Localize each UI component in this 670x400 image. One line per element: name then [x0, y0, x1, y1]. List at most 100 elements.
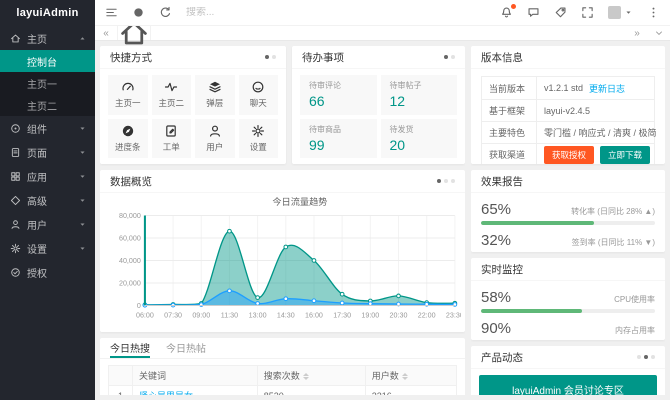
- todo-count: 99: [309, 137, 368, 153]
- carousel-dot[interactable]: [451, 55, 455, 59]
- tab-home[interactable]: [117, 26, 151, 40]
- carousel-dots[interactable]: [444, 55, 455, 59]
- sidebar-subitem-控制台[interactable]: 控制台: [0, 50, 95, 72]
- settings-icon: [251, 124, 265, 138]
- sidebar-subitem-主页二[interactable]: 主页二: [0, 94, 95, 116]
- shortcut-设置[interactable]: 设置: [239, 119, 279, 159]
- fullscreen-icon[interactable]: [581, 6, 594, 19]
- svg-text:60,000: 60,000: [119, 235, 141, 243]
- carousel-dot[interactable]: [437, 179, 441, 183]
- todo-待审帖子[interactable]: 待审帖子12: [381, 75, 458, 115]
- sidebar-item-应用[interactable]: 应用: [0, 164, 95, 188]
- smiley-icon: [251, 80, 265, 94]
- notification-badge: [511, 4, 516, 9]
- todo-待审商品[interactable]: 待审商品99: [300, 119, 377, 159]
- carousel-dot[interactable]: [444, 179, 448, 183]
- sidebar-item-高级[interactable]: 高级: [0, 188, 95, 212]
- shortcut-弹层[interactable]: 弹层: [195, 75, 235, 115]
- search-input[interactable]: [186, 7, 316, 18]
- keyword-link[interactable]: 贤心是男是女: [139, 391, 193, 395]
- sidebar-item-label: 应用: [27, 169, 72, 184]
- menu-collapse-icon[interactable]: [105, 6, 118, 19]
- caret-down-icon: [78, 148, 87, 157]
- component-icon: [10, 123, 21, 134]
- shortcut-label: 设置: [250, 141, 267, 153]
- tabs-next-button[interactable]: »: [626, 26, 648, 40]
- tag-icon[interactable]: [554, 6, 567, 19]
- shortcut-聊天[interactable]: 聊天: [239, 75, 279, 115]
- shortcut-主页一[interactable]: 主页一: [108, 75, 148, 115]
- tab-今日热搜[interactable]: 今日热搜: [110, 338, 150, 358]
- bell-icon[interactable]: [500, 6, 513, 19]
- stat-label: 签到率 (日同比 11% ▼): [572, 237, 655, 248]
- stat-label: 转化率 (日同比 28% ▲): [571, 206, 655, 217]
- todo-panel: 待办事项 待审评论66待审帖子12待审商品99待发货20: [292, 46, 465, 164]
- shortcut-用户[interactable]: 用户: [195, 119, 235, 159]
- 获取授权-button[interactable]: 获取授权: [544, 146, 594, 164]
- svg-text:13:00: 13:00: [249, 312, 267, 320]
- svg-text:07:30: 07:30: [164, 312, 182, 320]
- sidebar-item-label: 主页: [27, 31, 72, 46]
- sort-icon[interactable]: [303, 373, 309, 380]
- svg-text:14:30: 14:30: [277, 312, 295, 320]
- carousel-dot[interactable]: [444, 55, 448, 59]
- refresh-icon[interactable]: [159, 6, 172, 19]
- shortcut-工单[interactable]: 工单: [152, 119, 192, 159]
- users-cell: 2216: [365, 386, 456, 396]
- chat-icon[interactable]: [527, 6, 540, 19]
- carousel-dots[interactable]: [265, 55, 276, 59]
- site-icon[interactable]: [132, 6, 145, 19]
- carousel-dots[interactable]: [437, 179, 455, 183]
- stat-value: 90%: [481, 320, 511, 337]
- todo-待审评论[interactable]: 待审评论66: [300, 75, 377, 115]
- caret-up-icon: [78, 34, 87, 43]
- overview-title: 数据概览: [110, 174, 152, 189]
- sidebar-item-授权[interactable]: 授权: [0, 260, 95, 284]
- hot-search-panel: 今日热搜今日热帖 关键词搜索次数用户数 1贤心是男是女85202216: [100, 338, 465, 395]
- sidebar: 主页控制台主页一主页二组件页面应用高级用户设置授权: [0, 26, 95, 400]
- carousel-dot[interactable]: [272, 55, 276, 59]
- sidebar-item-组件[interactable]: 组件: [0, 116, 95, 140]
- carousel-dot[interactable]: [451, 179, 455, 183]
- shortcut-label: 用户: [206, 141, 223, 153]
- pulse-icon: [164, 80, 178, 94]
- more-vertical-icon[interactable]: [647, 6, 660, 19]
- shortcut-进度条[interactable]: 进度条: [108, 119, 148, 159]
- hot-search-table: 关键词搜索次数用户数 1贤心是男是女85202216: [108, 365, 457, 395]
- shortcut-label: 工单: [163, 141, 180, 153]
- member-forum-button[interactable]: layuiAdmin 会员讨论专区: [479, 375, 657, 395]
- carousel-dot[interactable]: [637, 355, 641, 359]
- svg-text:20:30: 20:30: [390, 312, 408, 320]
- sidebar-item-用户[interactable]: 用户: [0, 212, 95, 236]
- user-menu[interactable]: [608, 6, 633, 19]
- column-header[interactable]: 搜索次数: [257, 366, 365, 386]
- tabbar: « »: [95, 26, 670, 41]
- main-content: 快捷方式 主页一主页二弹层聊天进度条工单用户设置 待办事项 待审评论66待审帖子…: [95, 41, 670, 400]
- shortcut-label: 进度条: [115, 141, 141, 153]
- column-header[interactable]: 用户数: [365, 366, 456, 386]
- carousel-dots[interactable]: [637, 355, 655, 359]
- form-icon: [164, 124, 178, 138]
- tabs-prev-button[interactable]: «: [95, 26, 117, 40]
- todo-label: 待发货: [390, 124, 449, 135]
- changelog-link[interactable]: 更新日志: [589, 82, 625, 95]
- todo-待发货[interactable]: 待发货20: [381, 119, 458, 159]
- carousel-dot[interactable]: [651, 355, 655, 359]
- version-title: 版本信息: [481, 50, 523, 65]
- version-label: 当前版本: [482, 77, 537, 99]
- shortcut-主页二[interactable]: 主页二: [152, 75, 192, 115]
- sidebar-item-页面[interactable]: 页面: [0, 140, 95, 164]
- sidebar-item-主页[interactable]: 主页: [0, 26, 95, 50]
- sort-icon[interactable]: [402, 373, 408, 380]
- tabs-menu-button[interactable]: [648, 26, 670, 40]
- tab-今日热帖[interactable]: 今日热帖: [166, 338, 206, 358]
- carousel-dot[interactable]: [644, 355, 648, 359]
- svg-text:11:30: 11:30: [221, 312, 238, 320]
- shortcuts-title: 快捷方式: [110, 50, 152, 65]
- sidebar-subitem-主页一[interactable]: 主页一: [0, 72, 95, 94]
- 立即下载-button[interactable]: 立即下载: [600, 146, 650, 164]
- table-row: 1贤心是男是女85202216: [109, 386, 457, 396]
- svg-text:80,000: 80,000: [119, 212, 141, 220]
- carousel-dot[interactable]: [265, 55, 269, 59]
- sidebar-item-设置[interactable]: 设置: [0, 236, 95, 260]
